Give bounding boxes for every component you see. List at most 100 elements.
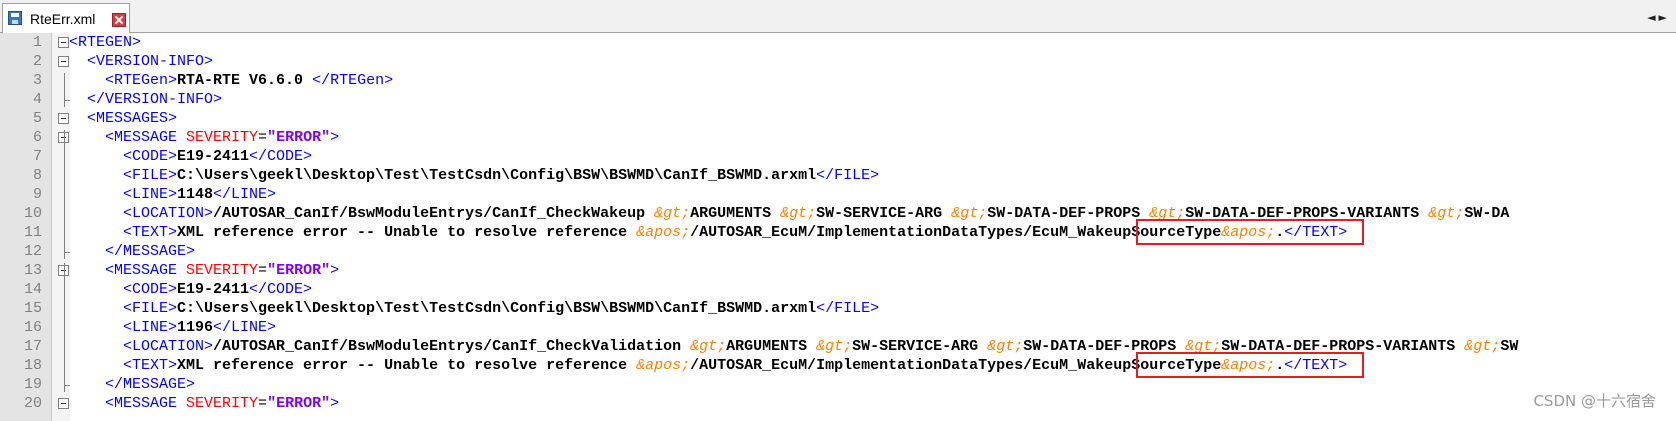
highlight-box — [1136, 219, 1364, 245]
line-number: 17 — [23, 338, 42, 355]
token-tag: <RTEGen> — [69, 72, 178, 89]
token-tag: <MESSAGE — [69, 129, 187, 146]
token-tag: > — [330, 129, 340, 146]
code-text: </MESSAGE> — [69, 242, 195, 262]
code-text: <CODE>E19-2411</CODE> — [69, 147, 312, 167]
line-number: 19 — [23, 376, 42, 393]
token-ent: &gt; — [1428, 205, 1465, 222]
fold-guide-line — [64, 263, 65, 392]
token-ent: &gt; — [780, 205, 817, 222]
token-tag: </RTEGen> — [312, 72, 394, 89]
code-text: <MESSAGE SEVERITY="ERROR"> — [69, 261, 339, 281]
code-line[interactable]: 16 <LINE>1196</LINE> — [0, 318, 1676, 338]
code-line[interactable]: 2 <VERSION-INFO> — [0, 52, 1676, 72]
token-txt: E19-2411 — [177, 281, 250, 298]
fold-guide-line — [64, 130, 65, 259]
line-number: 10 — [23, 205, 42, 222]
token-tag: </CODE> — [249, 148, 313, 165]
token-tag: </FILE> — [816, 167, 880, 184]
token-tag: <FILE> — [69, 167, 178, 184]
code-line[interactable]: 19 </MESSAGE> — [0, 375, 1676, 395]
line-number: 8 — [32, 167, 42, 184]
code-line[interactable]: 12 </MESSAGE> — [0, 242, 1676, 262]
token-tag: <LOCATION> — [69, 205, 214, 222]
highlight-box — [1136, 352, 1364, 378]
tab-bar: RteErr.xml ◄► — [0, 0, 1676, 33]
code-text: </MESSAGE> — [69, 375, 195, 395]
code-text: </VERSION-INFO> — [69, 90, 222, 110]
token-tag: > — [330, 395, 340, 412]
line-number: 2 — [32, 53, 42, 70]
token-txt: /AUTOSAR_CanIf/BswModuleEntrys/CanIf_Che… — [213, 205, 655, 222]
token-ent: &apos; — [636, 224, 691, 241]
save-disk-icon — [8, 11, 22, 25]
token-txt: /AUTOSAR_CanIf/BswModuleEntrys/CanIf_Che… — [213, 338, 691, 355]
token-txt: SW-DATA-DEF-PROPS — [987, 205, 1150, 222]
token-tag: > — [330, 262, 340, 279]
code-line[interactable]: 9 <LINE>1148</LINE> — [0, 185, 1676, 205]
token-tag: </CODE> — [249, 281, 313, 298]
code-line[interactable]: 17 <LOCATION>/AUTOSAR_CanIf/BswModuleEnt… — [0, 337, 1676, 357]
line-number: 11 — [23, 224, 42, 241]
token-tag: <MESSAGE — [69, 395, 187, 412]
close-icon[interactable] — [112, 13, 126, 27]
token-tag: <TEXT> — [69, 224, 178, 241]
tab-scroll-arrows[interactable]: ◄► — [1647, 11, 1670, 24]
minus-box-icon — [58, 37, 69, 48]
token-tag: </LINE> — [213, 319, 277, 336]
token-tag: <TEXT> — [69, 357, 178, 374]
token-txt: SW-SERVICE-ARG — [852, 338, 988, 355]
code-text: <VERSION-INFO> — [69, 52, 213, 72]
line-number: 14 — [23, 281, 42, 298]
code-text: <CODE>E19-2411</CODE> — [69, 280, 312, 300]
code-line[interactable]: 6 <MESSAGE SEVERITY="ERROR"> — [0, 128, 1676, 148]
code-line[interactable]: 13 <MESSAGE SEVERITY="ERROR"> — [0, 261, 1676, 281]
token-ent: &gt; — [690, 338, 727, 355]
token-tag: </LINE> — [213, 186, 277, 203]
code-line[interactable]: 20 <MESSAGE SEVERITY="ERROR"> — [0, 394, 1676, 414]
code-line[interactable]: 1 <RTEGEN> — [0, 33, 1676, 53]
token-tag: <CODE> — [69, 148, 178, 165]
code-editor[interactable]: 1 <RTEGEN> 2 <VERSION-INFO> 3 <RTEGen>RTA-R… — [0, 33, 1676, 421]
token-txt: XML reference error -- Unable to resolve… — [177, 224, 637, 241]
tab-rteerr-xml[interactable]: RteErr.xml — [2, 3, 130, 33]
code-line[interactable]: 5 <MESSAGES> — [0, 109, 1676, 129]
code-line[interactable]: 8 <FILE>C:\Users\geekl\Desktop\Test\Test… — [0, 166, 1676, 186]
token-tag: </VERSION-INFO> — [69, 91, 223, 108]
line-number: 4 — [32, 91, 42, 108]
code-line[interactable]: 7 <CODE>E19-2411</CODE> — [0, 147, 1676, 167]
code-line[interactable]: 4 </VERSION-INFO> — [0, 90, 1676, 110]
token-txt: RTA-RTE V6.6.0 — [177, 72, 313, 89]
code-line[interactable]: 15 <FILE>C:\Users\geekl\Desktop\Test\Tes… — [0, 299, 1676, 319]
line-number: 5 — [32, 110, 42, 127]
token-val: "ERROR" — [267, 395, 331, 412]
line-number: 9 — [32, 186, 42, 203]
line-number: 7 — [32, 148, 42, 165]
token-ent: &apos; — [636, 357, 691, 374]
line-number: 6 — [32, 129, 42, 146]
code-line[interactable]: 11 <TEXT>XML reference error -- Unable t… — [0, 223, 1676, 243]
fold-guide-line — [64, 73, 65, 107]
token-txt: SW-DA — [1464, 205, 1510, 222]
token-ent: &gt; — [654, 205, 691, 222]
token-txt: SW-SERVICE-ARG — [816, 205, 952, 222]
token-ent: &gt; — [987, 338, 1024, 355]
token-eq: = — [258, 129, 268, 146]
code-line[interactable]: 18 <TEXT>XML reference error -- Unable t… — [0, 356, 1676, 376]
token-tag: <RTEGEN> — [69, 34, 142, 51]
code-line[interactable]: 10 <LOCATION>/AUTOSAR_CanIf/BswModuleEnt… — [0, 204, 1676, 224]
token-attr: SEVERITY — [186, 262, 259, 279]
code-line[interactable]: 3 <RTEGen>RTA-RTE V6.6.0 </RTEGen> — [0, 71, 1676, 91]
token-tag: <MESSAGES> — [69, 110, 178, 127]
token-attr: SEVERITY — [186, 129, 259, 146]
token-ent: &gt; — [951, 205, 988, 222]
line-number: 15 — [23, 300, 42, 317]
line-number: 16 — [23, 319, 42, 336]
code-line[interactable]: 14 <CODE>E19-2411</CODE> — [0, 280, 1676, 300]
token-eq: = — [258, 262, 268, 279]
tab-title: RteErr.xml — [30, 11, 96, 27]
token-attr: SEVERITY — [186, 395, 259, 412]
code-text: <FILE>C:\Users\geekl\Desktop\Test\TestCs… — [69, 166, 879, 186]
token-tag: </FILE> — [816, 300, 880, 317]
token-val: "ERROR" — [267, 129, 331, 146]
